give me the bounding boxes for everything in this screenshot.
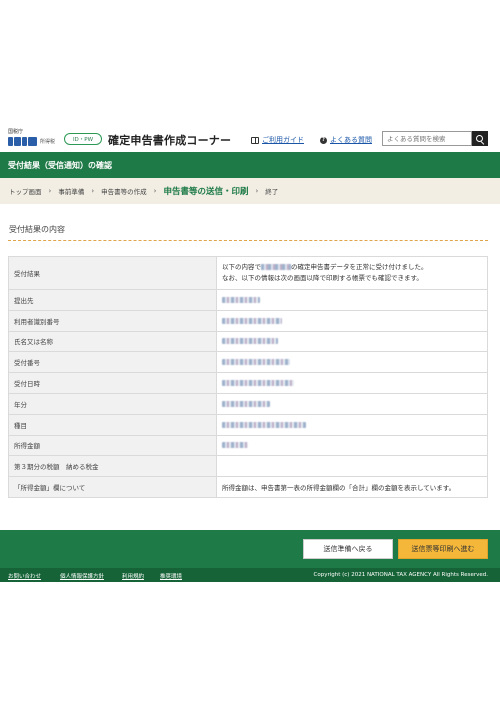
- question-icon: ?: [320, 136, 327, 144]
- redacted-value: [222, 421, 306, 428]
- search-input[interactable]: [382, 131, 472, 146]
- logo-mark: [8, 137, 38, 146]
- row-label: 提出先: [8, 289, 217, 311]
- result-table: 受付結果 以下の内容で の確定申告書データを正常に受け付けました。 なお、以下の情…: [8, 256, 488, 498]
- site-footer: お問い合わせ 個人情報保護方針 利用規約 推奨環境 Copyright (c) …: [0, 568, 500, 582]
- redacted-name: [261, 264, 291, 270]
- row-label: 年分: [8, 392, 217, 415]
- idpw-badge: ID・PW: [64, 133, 102, 145]
- redacted-value: [222, 296, 260, 303]
- table-row: 年分: [8, 392, 488, 415]
- breadcrumb: トップ画面 › 事前準備 › 申告書等の作成 › 申告書等の送信・印刷 › 終了: [0, 178, 500, 204]
- chevron-right-icon: ›: [48, 187, 52, 195]
- guide-link[interactable]: ご利用ガイド: [251, 135, 304, 145]
- breadcrumb-step-create: 申告書等の作成: [101, 188, 147, 196]
- redacted-value: [222, 400, 270, 407]
- copyright-text: Copyright (c) 2021 NATIONAL TAX AGENCY A…: [313, 572, 488, 578]
- search-icon: [476, 134, 484, 143]
- table-row: 所得金額: [8, 434, 488, 457]
- redacted-value: [222, 338, 278, 345]
- title-band: 受付結果（受信通知）の確認: [0, 152, 500, 178]
- site-header: 国税庁 所得税 ID・PW 確定申告書作成コーナー ご利用ガイド ? よくある質…: [0, 124, 500, 152]
- back-to-preparation-button[interactable]: 送信準備へ戻る: [303, 539, 393, 559]
- row-label: 受付結果: [8, 256, 217, 290]
- table-row: 「所得金額」欄について 所得金額は、申告書第一表の所得金額欄の「合計」欄の金額を…: [8, 476, 488, 498]
- book-icon: [251, 136, 259, 144]
- table-row: 氏名又は名称: [8, 330, 488, 353]
- faq-link[interactable]: ? よくある質問: [320, 135, 372, 145]
- table-row: 受付結果 以下の内容で の確定申告書データを正常に受け付けました。 なお、以下の情…: [8, 256, 488, 290]
- redacted-value: [222, 442, 248, 449]
- site-title: 確定申告書作成コーナー: [108, 134, 232, 147]
- agency-label: 国税庁: [8, 129, 24, 135]
- search-button[interactable]: [472, 131, 488, 146]
- row-label: 「所得金額」欄について: [8, 476, 217, 498]
- breadcrumb-step-finish: 終了: [265, 188, 279, 196]
- chevron-right-icon: ›: [91, 187, 95, 195]
- breadcrumb-step-top: トップ画面: [9, 188, 42, 196]
- section-divider: [8, 240, 488, 241]
- row-label: 利用者識別番号: [8, 309, 217, 332]
- row-value: [216, 413, 488, 436]
- breadcrumb-step-current: 申告書等の送信・印刷: [163, 187, 249, 197]
- faq-link-label: よくある質問: [330, 136, 372, 144]
- table-row: 受付番号: [8, 351, 488, 374]
- row-value: [216, 289, 488, 311]
- footer-link-contact[interactable]: お問い合わせ: [8, 572, 41, 580]
- nta-logo[interactable]: 国税庁 所得税: [8, 128, 62, 148]
- chevron-right-icon: ›: [255, 187, 259, 195]
- redacted-value: [222, 317, 282, 324]
- row-label: 氏名又は名称: [8, 330, 217, 353]
- table-row: 受付日時: [8, 372, 488, 394]
- logo-kanji: 所得税: [40, 139, 56, 145]
- section-title: 受付結果の内容: [9, 225, 65, 234]
- row-value: [216, 372, 488, 394]
- row-label: 所得金額: [8, 434, 217, 457]
- table-row: 種目: [8, 413, 488, 436]
- row-value: [216, 434, 488, 457]
- row-value: 以下の内容で の確定申告書データを正常に受け付けました。 なお、以下の情報は次の画…: [216, 256, 488, 290]
- footer-link-terms[interactable]: 利用規約: [122, 572, 144, 580]
- footer-link-privacy[interactable]: 個人情報保護方針: [60, 572, 104, 580]
- page-title: 受付結果（受信通知）の確認: [8, 161, 112, 170]
- row-label: 受付日時: [8, 372, 217, 394]
- breadcrumb-step-preparation: 事前準備: [58, 188, 85, 196]
- proceed-to-print-button[interactable]: 送信票等印刷へ進む: [398, 539, 488, 559]
- row-label: 種目: [8, 413, 217, 436]
- row-value: [216, 392, 488, 415]
- row-value: [216, 351, 488, 374]
- redacted-value: [222, 380, 294, 387]
- row-value: [216, 309, 488, 332]
- row-value: 所得金額は、申告書第一表の所得金額欄の「合計」欄の金額を表示しています。: [216, 476, 488, 498]
- table-row: 利用者識別番号: [8, 309, 488, 332]
- row-label: 第３期分の税額 納める税金: [8, 455, 217, 478]
- chevron-right-icon: ›: [153, 187, 157, 195]
- row-value: [216, 455, 488, 478]
- row-value: [216, 330, 488, 353]
- row-label: 受付番号: [8, 351, 217, 374]
- footer-link-environment[interactable]: 推奨環境: [160, 572, 182, 580]
- table-row: 提出先: [8, 289, 488, 311]
- action-bar: 送信準備へ戻る 送信票等印刷へ進む: [0, 530, 500, 568]
- table-row: 第３期分の税額 納める税金: [8, 455, 488, 478]
- redacted-value: [222, 359, 290, 366]
- guide-link-label: ご利用ガイド: [262, 136, 304, 144]
